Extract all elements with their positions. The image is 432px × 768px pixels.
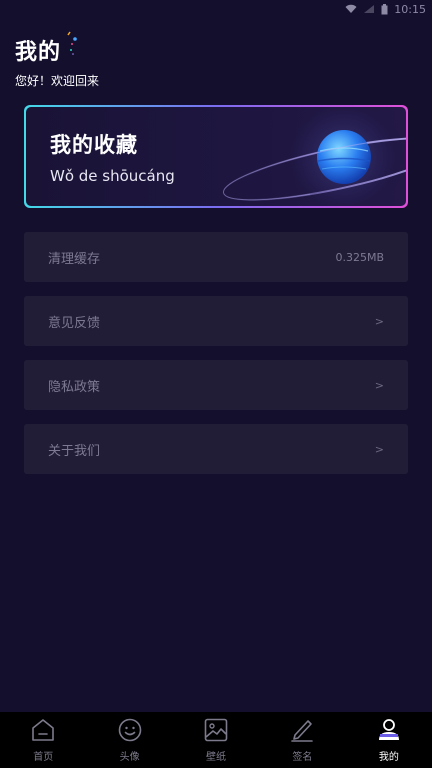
- clear-cache-item[interactable]: 清理缓存 0.325MB: [24, 232, 408, 282]
- nav-label: 头像: [119, 752, 140, 763]
- nav-label: 壁纸: [206, 752, 227, 763]
- cache-size-value: 0.325MB: [335, 250, 384, 264]
- nav-label: 首页: [33, 752, 54, 763]
- status-bar: 10:15: [0, 0, 432, 18]
- pen-icon: [291, 720, 314, 742]
- wifi-icon: [345, 4, 357, 14]
- favorites-card[interactable]: 我的收藏 Wǒ de shōucáng: [24, 105, 408, 208]
- menu-label: 隐私政策: [48, 379, 101, 395]
- battery-icon: [381, 3, 388, 15]
- header: 我的 您好！欢迎回来: [15, 31, 100, 89]
- nav-wallpaper[interactable]: 壁纸: [173, 712, 259, 768]
- nav-label: 我的: [378, 752, 399, 763]
- user-icon: [378, 719, 399, 740]
- smiley-icon: [118, 718, 141, 742]
- clock-text: 10:15: [394, 2, 426, 16]
- chevron-right-icon: >: [374, 314, 384, 328]
- about-us-item[interactable]: 关于我们 >: [24, 424, 408, 474]
- image-icon: [204, 718, 228, 742]
- menu-label: 意见反馈: [48, 315, 101, 331]
- planet-illustration: [222, 107, 406, 206]
- nav-home[interactable]: 首页: [0, 712, 86, 768]
- privacy-policy-item[interactable]: 隐私政策 >: [24, 360, 408, 410]
- feedback-item[interactable]: 意见反馈 >: [24, 296, 408, 346]
- home-icon: [32, 719, 55, 741]
- favorites-card-inner: 我的收藏 Wǒ de shōucáng: [26, 107, 406, 206]
- menu-label: 清理缓存: [48, 251, 101, 267]
- chevron-right-icon: >: [374, 378, 384, 392]
- sparkle-icon: [67, 31, 77, 55]
- menu-label: 关于我们: [48, 443, 101, 459]
- chevron-right-icon: >: [374, 442, 384, 456]
- favorites-subtitle: Wǒ de shōucáng: [50, 167, 175, 185]
- nav-mine[interactable]: 我的: [346, 712, 432, 768]
- greeting-text: 您好！欢迎回来: [15, 74, 100, 88]
- bottom-nav: 首页 头像 壁纸 签名 我的: [0, 712, 432, 768]
- profile-screen: 10:15 我的 您好！欢迎回来 我的收藏 Wǒ de shōucáng 清理缓…: [0, 0, 432, 768]
- signal-icon: [363, 4, 375, 14]
- nav-avatar[interactable]: 头像: [86, 712, 172, 768]
- favorites-title: 我的收藏: [50, 133, 138, 157]
- nav-signature[interactable]: 签名: [259, 712, 345, 768]
- nav-label: 签名: [292, 752, 313, 763]
